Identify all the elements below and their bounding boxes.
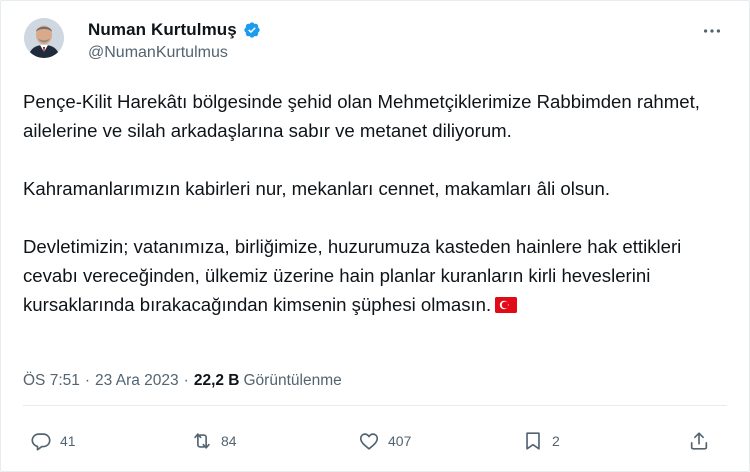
post-time[interactable]: ÖS 7:51 — [23, 372, 80, 390]
meta-separator: · — [84, 372, 91, 389]
post-text: Pençe-Kilit Harekâtı bölgesinde şehid ol… — [23, 87, 723, 319]
avatar[interactable] — [24, 18, 64, 58]
post-paragraph: Devletimizin; vatanımıza, birliğimize, h… — [23, 232, 723, 319]
views-label: Görüntülenme — [243, 372, 342, 389]
reply-icon — [31, 433, 51, 451]
like-count: 407 — [388, 433, 412, 449]
post-paragraph: Kahramanlarımızın kabirleri nur, mekanla… — [23, 178, 610, 199]
repost-count: 84 — [221, 433, 237, 449]
author-handle[interactable]: @NumanKurtulmus — [88, 44, 228, 62]
heart-icon — [359, 433, 379, 450]
post-paragraph: Pençe-Kilit Harekâtı bölgesinde şehid ol… — [23, 91, 700, 141]
verified-badge-icon[interactable] — [243, 21, 261, 39]
like-button[interactable]: 407 — [358, 425, 411, 457]
post-card: Numan Kurtulmuş @NumanKurtulmus Pençe-Ki… — [0, 0, 750, 472]
reply-count: 41 — [60, 433, 76, 449]
bookmark-icon — [526, 432, 540, 450]
repost-icon — [194, 433, 210, 449]
meta-separator: · — [183, 372, 189, 389]
share-button[interactable] — [688, 425, 710, 457]
bookmark-button[interactable]: 2 — [522, 425, 560, 457]
avatar-photo — [24, 18, 64, 58]
post-paragraph-text: Devletimizin; vatanımıza, birliğimize, h… — [23, 236, 682, 315]
action-bar: 41 84 407 2 — [1, 425, 749, 457]
author-display-name[interactable]: Numan Kurtulmuş — [88, 20, 237, 40]
turkey-flag-emoji — [495, 297, 518, 313]
more-options-button[interactable] — [697, 19, 727, 43]
views-count[interactable]: 22,2 B — [194, 372, 240, 390]
repost-button[interactable]: 84 — [191, 425, 237, 457]
post-date[interactable]: 23 Ara 2023 — [95, 372, 179, 390]
more-horizontal-icon — [703, 29, 721, 33]
divider — [23, 405, 727, 406]
share-icon — [690, 432, 708, 450]
bookmark-count: 2 — [552, 433, 560, 449]
reply-button[interactable]: 41 — [30, 425, 76, 457]
post-meta: ÖS 7:51 · 23 Ara 2023 · 22,2 B Görüntüle… — [23, 372, 342, 390]
